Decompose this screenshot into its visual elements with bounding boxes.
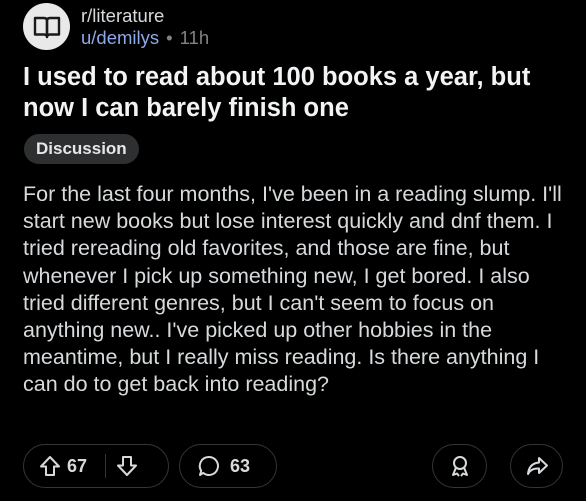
- post-body: For the last four months, I've been in a…: [23, 182, 562, 397]
- action-bar: 67 63: [23, 444, 563, 490]
- award-button[interactable]: [432, 444, 487, 488]
- comment-bubble-icon: [197, 454, 221, 478]
- share-button[interactable]: [510, 444, 563, 488]
- post-meta: r/literature u/demilys • 11h: [81, 5, 209, 49]
- author-username[interactable]: u/demilys: [81, 27, 159, 49]
- post-age: 11h: [179, 26, 210, 48]
- book-icon: [32, 14, 62, 40]
- subreddit-avatar[interactable]: [23, 3, 70, 50]
- subreddit-name[interactable]: r/literature: [81, 5, 209, 27]
- vote-control: 67: [23, 444, 169, 488]
- upvote-button[interactable]: [38, 454, 62, 478]
- post-title[interactable]: I used to read about 100 books a year, b…: [23, 62, 568, 124]
- comment-count: 63: [230, 455, 251, 476]
- comments-button[interactable]: 63: [179, 444, 277, 488]
- vote-divider: [105, 454, 107, 478]
- upvote-count: 67: [67, 455, 88, 476]
- author-line: u/demilys • 11h: [81, 27, 209, 49]
- arrow-down-icon: [117, 456, 138, 476]
- award-icon: [448, 454, 472, 478]
- downvote-button[interactable]: [115, 454, 139, 478]
- post-flair[interactable]: Discussion: [24, 134, 139, 164]
- meta-separator: •: [166, 26, 173, 48]
- post-card: r/literature u/demilys • 11h I used to r…: [0, 0, 586, 501]
- share-icon: [525, 454, 549, 478]
- arrow-up-icon: [40, 456, 60, 476]
- post-header: r/literature u/demilys • 11h: [23, 3, 209, 50]
